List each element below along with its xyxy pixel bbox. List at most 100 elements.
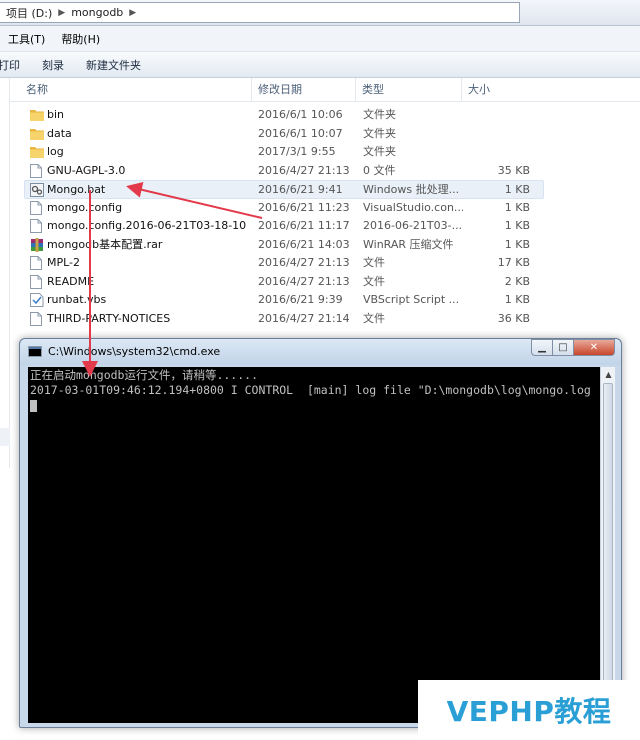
file-name: runbat.vbs [47, 293, 107, 306]
folder-icon [30, 145, 44, 159]
file-date: 2016/6/21 9:41 [258, 183, 343, 196]
file-size: 17 KB [497, 256, 530, 269]
file-icon [30, 311, 44, 326]
folder-icon [30, 127, 44, 141]
scroll-up-icon[interactable]: ▲ [601, 367, 616, 382]
file-icon [30, 163, 44, 178]
file-size: 1 KB [504, 237, 530, 251]
breadcrumb-folder[interactable]: mongodb [71, 6, 123, 19]
minimize-icon: ▁ [538, 342, 546, 353]
breadcrumb-drive[interactable]: 项目 (D:) [6, 5, 52, 21]
file-row[interactable]: log 2017/3/1 9:55 文件夹 [10, 143, 640, 162]
menu-tools[interactable]: 工具(T) [8, 31, 45, 47]
maximize-icon: □ [558, 342, 568, 353]
burn-button[interactable]: 刻录 [42, 57, 64, 73]
file-size: 2 KB [504, 274, 530, 288]
file-date: 2016/6/21 11:23 [258, 200, 350, 214]
watermark: VEPHP教程 [418, 680, 640, 740]
file-row[interactable]: mongodb基本配置.rar 2016/6/21 14:03 WinRAR 压… [10, 236, 640, 255]
file-type: Windows 批处理... [363, 183, 460, 196]
file-size: 1 KB [504, 219, 530, 232]
file-date: 2016/6/21 14:03 [258, 237, 350, 251]
console-line: 2017-03-01T09:46:12.194+0800 I CONTROL [… [30, 383, 591, 397]
console-output[interactable]: 正在启动mongodb运行文件，请稍等...... 2017-03-01T09:4… [28, 367, 600, 723]
file-row[interactable]: README 2016/4/27 21:13 文件 2 KB [10, 273, 640, 292]
file-name: mongo.config [47, 200, 123, 214]
file-type: 2016-06-21T03-... [363, 219, 463, 232]
file-name: bin [47, 108, 65, 121]
file-size: 35 KB [497, 163, 530, 177]
address-field[interactable]: 项目 (D:) ▶ mongodb ▶ [0, 2, 520, 23]
vbs-file-icon [30, 293, 44, 307]
file-date: 2016/6/1 10:07 [258, 126, 343, 140]
file-name: mongo.config.2016-06-21T03-18-10 [47, 219, 247, 232]
file-list: bin 2016/6/1 10:06 文件夹 data 2016/6/1 10:… [10, 106, 640, 328]
file-row[interactable]: mongo.config 2016/6/21 11:23 VisualStudi… [10, 199, 640, 218]
folder-icon [30, 108, 44, 122]
cmd-title: C:\Windows\system32\cmd.exe [48, 345, 221, 358]
file-row[interactable]: data 2016/6/1 10:07 文件夹 [10, 125, 640, 144]
file-date: 2016/4/27 21:13 [258, 274, 350, 288]
address-bar: 项目 (D:) ▶ mongodb ▶ [0, 0, 640, 26]
new-folder-button[interactable]: 新建文件夹 [86, 57, 141, 73]
file-type: VBScript Script ... [363, 293, 460, 306]
file-type: 文件 [363, 311, 385, 325]
chevron-right-icon[interactable]: ▶ [58, 8, 65, 18]
close-icon: ✕ [589, 342, 599, 353]
file-date: 2016/6/21 9:39 [258, 293, 343, 306]
file-icon [30, 274, 44, 289]
window-controls: ▁ □ ✕ [531, 339, 615, 357]
file-name: mongodb基本配置.rar [47, 237, 163, 251]
file-row[interactable]: Mongo.bat 2016/6/21 9:41 Windows 批处理... … [24, 180, 544, 199]
menu-help[interactable]: 帮助(H) [61, 31, 100, 47]
maximize-button[interactable]: □ [552, 339, 574, 356]
file-type: 文件 [363, 274, 385, 288]
file-type: 文件夹 [363, 126, 396, 140]
file-date: 2016/4/27 21:13 [258, 163, 350, 177]
file-type: 0 文件 [363, 163, 396, 177]
file-date: 2016/6/21 11:17 [258, 219, 350, 232]
file-type: 文件夹 [363, 108, 396, 121]
cmd-window[interactable]: C:\Windows\system32\cmd.exe ▁ □ ✕ 正在启动mo… [19, 338, 622, 728]
cmd-titlebar[interactable]: C:\Windows\system32\cmd.exe ▁ □ ✕ [20, 339, 621, 365]
column-name[interactable]: 名称 [20, 78, 252, 102]
file-row[interactable]: bin 2016/6/1 10:06 文件夹 [10, 106, 640, 125]
navigation-pane[interactable] [0, 78, 10, 468]
file-icon [30, 219, 44, 233]
chevron-right-icon[interactable]: ▶ [129, 8, 136, 18]
file-type: 文件 [363, 256, 385, 269]
file-date: 2016/4/27 21:14 [258, 311, 350, 325]
column-type[interactable]: 类型 [356, 78, 462, 102]
minimize-button[interactable]: ▁ [531, 339, 553, 356]
file-name: log [47, 145, 64, 158]
print-button[interactable]: 打印 [0, 57, 20, 73]
file-icon [30, 200, 44, 215]
console-icon [28, 346, 42, 357]
close-button[interactable]: ✕ [573, 339, 615, 356]
column-size[interactable]: 大小 [462, 78, 532, 102]
scroll-thumb[interactable] [603, 383, 613, 693]
file-date: 2017/3/1 9:55 [258, 145, 336, 158]
nav-selected-item[interactable] [0, 428, 10, 446]
column-headers: 名称 修改日期 类型 大小 [10, 78, 640, 102]
file-name: GNU-AGPL-3.0 [47, 163, 126, 177]
file-name: MPL-2 [47, 256, 81, 269]
column-date[interactable]: 修改日期 [252, 78, 356, 102]
file-row[interactable]: mongo.config.2016-06-21T03-18-10 2016/6/… [10, 217, 640, 236]
file-date: 2016/4/27 21:13 [258, 256, 350, 269]
file-row[interactable]: runbat.vbs 2016/6/21 9:39 VBScript Scrip… [10, 291, 640, 310]
file-row[interactable]: THIRD-PARTY-NOTICES 2016/4/27 21:14 文件 3… [10, 310, 640, 329]
file-icon [30, 256, 44, 270]
file-type: 文件夹 [363, 145, 396, 158]
file-size: 1 KB [504, 200, 530, 214]
file-row[interactable]: GNU-AGPL-3.0 2016/4/27 21:13 0 文件 35 KB [10, 162, 640, 181]
file-date: 2016/6/1 10:06 [258, 108, 343, 121]
command-bar: 打印 刻录 新建文件夹 [0, 52, 640, 78]
file-size: 1 KB [504, 293, 530, 306]
vertical-scrollbar[interactable]: ▲ ▼ [600, 367, 615, 723]
file-type: WinRAR 压缩文件 [363, 237, 454, 251]
file-row[interactable]: MPL-2 2016/4/27 21:13 文件 17 KB [10, 254, 640, 273]
file-type: VisualStudio.con... [363, 200, 463, 214]
console-line: 正在启动mongodb运行文件，请稍等...... [30, 368, 259, 382]
rar-file-icon [30, 237, 44, 252]
